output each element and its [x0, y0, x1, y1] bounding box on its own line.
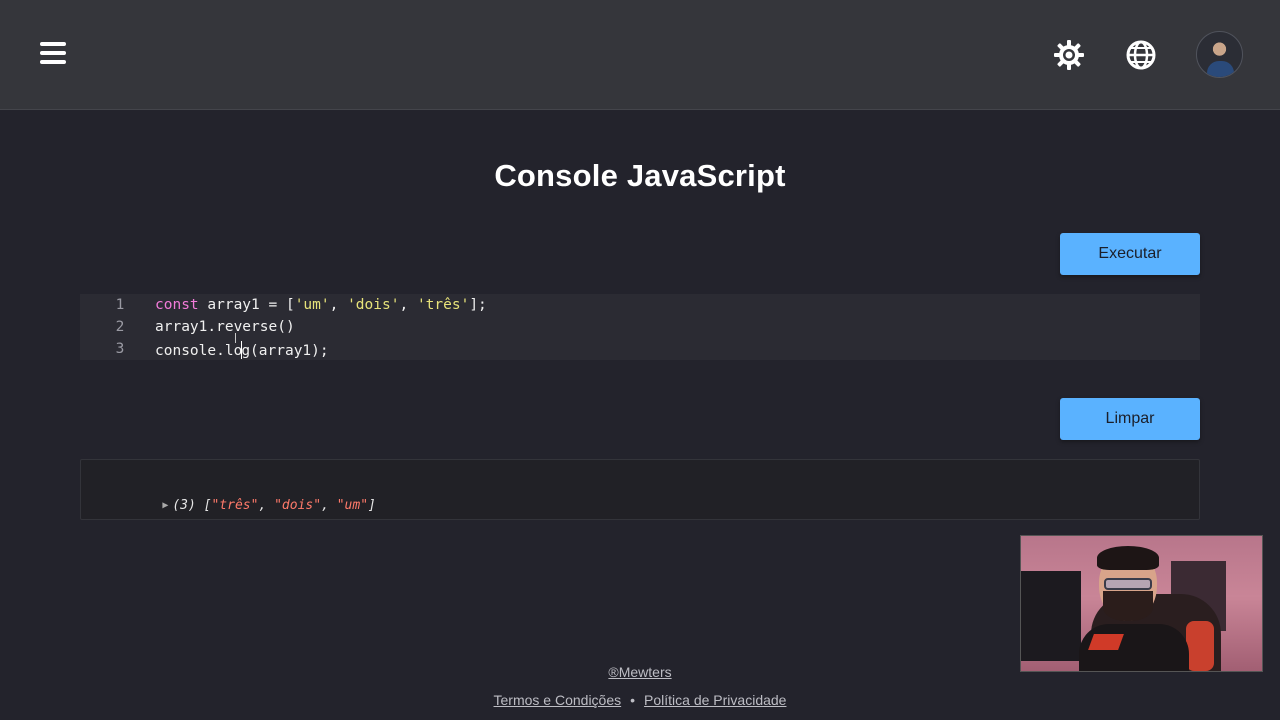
- array-item: "três": [211, 498, 259, 513]
- code-line: 2 array1.reverse(): [80, 316, 1200, 338]
- footer-separator: •: [630, 692, 636, 708]
- code-token: 'dois': [347, 297, 400, 313]
- globe-icon[interactable]: [1124, 38, 1158, 72]
- code-line: 1 const array1 = ['um', 'dois', 'três'];: [80, 294, 1200, 316]
- run-button[interactable]: Executar: [1060, 233, 1200, 275]
- array-close: ]: [368, 498, 376, 513]
- code-token: array1 = [: [198, 297, 295, 313]
- clear-button[interactable]: Limpar: [1060, 398, 1200, 440]
- array-count: (3): [172, 498, 196, 513]
- line-number: 2: [115, 319, 125, 335]
- console-output: ▶ (3) ["três", "dois", "um"]: [80, 459, 1200, 520]
- array-open: [: [195, 498, 212, 513]
- terms-link[interactable]: Termos e Condições: [494, 692, 622, 708]
- privacy-link[interactable]: Política de Privacidade: [644, 692, 786, 708]
- line-number: 3: [115, 341, 125, 357]
- expand-triangle-icon[interactable]: ▶: [162, 500, 168, 511]
- sun-gear-icon[interactable]: [1052, 38, 1086, 72]
- code-text: const array1 = ['um', 'dois', 'três'];: [155, 297, 487, 313]
- code-token: 'três': [416, 297, 470, 313]
- code-editor[interactable]: 1 const array1 = ['um', 'dois', 'três'];…: [80, 294, 1200, 360]
- array-item: "dois": [274, 498, 322, 513]
- code-line: 3 console.log(array1);: [80, 338, 1200, 360]
- footer-links: Termos e Condições • Política de Privacida…: [0, 692, 1280, 708]
- code-token: ,: [399, 297, 417, 313]
- code-text: array1.reverse(): [155, 319, 295, 335]
- code-text: console.log(array1);: [155, 341, 329, 359]
- code-text-after-caret: g(array1);: [241, 343, 329, 359]
- array-sep: ,: [321, 498, 337, 513]
- hamburger-menu-icon[interactable]: [40, 42, 68, 68]
- code-text-before-caret: console.lo: [155, 343, 243, 359]
- code-token: ,: [329, 297, 348, 313]
- page-title: Console JavaScript: [494, 158, 786, 193]
- array-item: "um": [336, 498, 369, 513]
- user-avatar[interactable]: [1196, 31, 1243, 78]
- code-token: ];: [469, 297, 487, 313]
- top-bar: [0, 0, 1280, 110]
- code-token: 'um': [294, 297, 330, 313]
- line-number: 1: [115, 297, 125, 313]
- console-log-entry: ▶ (3) ["três", "dois", "um"]: [131, 483, 376, 528]
- webcam-overlay: [1020, 535, 1263, 672]
- footer-brand: ®Mewters: [0, 664, 1280, 680]
- brand-link[interactable]: ®Mewters: [608, 664, 671, 680]
- code-token: const: [155, 297, 199, 313]
- array-sep: ,: [258, 498, 275, 513]
- mouse-cursor-icon: [235, 333, 237, 343]
